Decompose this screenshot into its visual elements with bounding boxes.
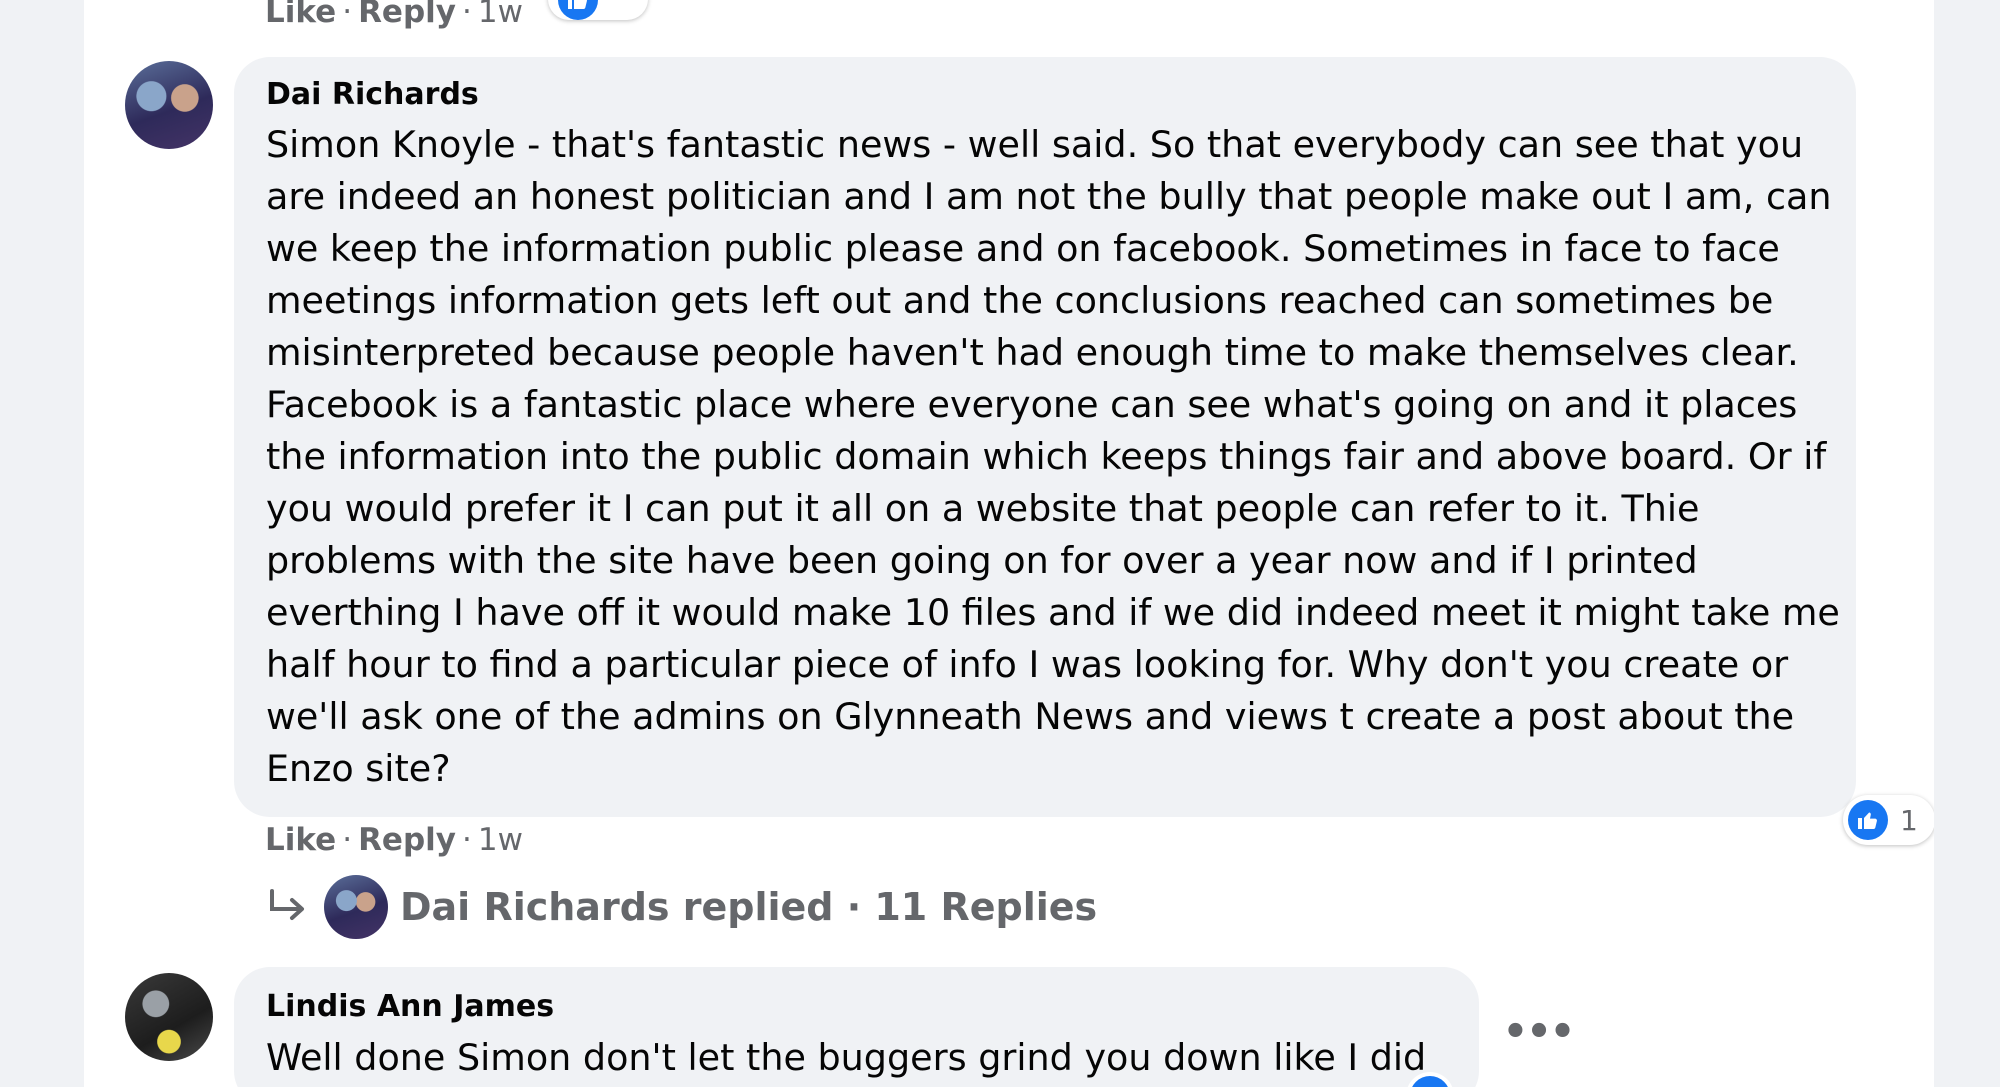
replies-summary[interactable]: Dai Richards replied · 11 Replies: [400, 885, 1097, 929]
like-reaction-icon: [1848, 800, 1888, 840]
previous-comment-actions: Like · Reply · 1w: [265, 0, 523, 30]
comment-bubble: Lindis Ann James Well done Simon don't l…: [234, 967, 1479, 1087]
view-replies-link[interactable]: Dai Richards replied · 11 Replies: [264, 875, 1097, 939]
comment-text: Well done Simon don't let the buggers gr…: [266, 1036, 1427, 1079]
like-link[interactable]: Like: [265, 822, 336, 858]
comment-text: Simon Knoyle - that's fantastic news - w…: [266, 123, 1840, 790]
comment-author[interactable]: Lindis Ann James: [266, 989, 554, 1024]
separator: ·: [342, 0, 353, 30]
comments-panel: Like · Reply · 1w Dai Richards Simon Kno…: [84, 0, 1934, 1087]
reaction-count-button[interactable]: 1: [1843, 795, 1934, 845]
separator: ·: [461, 822, 472, 858]
separator: ·: [342, 822, 353, 858]
reply-author-avatar: [324, 875, 388, 939]
like-reaction-icon: [558, 0, 598, 20]
avatar[interactable]: [125, 61, 213, 149]
comment-author[interactable]: Dai Richards: [266, 77, 479, 112]
like-link[interactable]: Like: [265, 0, 336, 30]
reply-link[interactable]: Reply: [358, 0, 456, 30]
comment-bubble: Dai Richards Simon Knoyle - that's fanta…: [234, 57, 1856, 817]
reply-link[interactable]: Reply: [358, 822, 456, 858]
avatar[interactable]: [125, 973, 213, 1061]
comment-actions: Like · Reply · 1w: [265, 822, 523, 858]
more-options-icon[interactable]: •••: [1503, 1008, 1576, 1056]
comment-time[interactable]: 1w: [478, 822, 523, 858]
reaction-count: 1: [1900, 803, 1918, 837]
comment-time[interactable]: 1w: [478, 0, 523, 30]
previous-comment-reaction[interactable]: [548, 0, 648, 20]
separator: ·: [461, 0, 472, 30]
reply-arrow-icon: [270, 889, 304, 920]
